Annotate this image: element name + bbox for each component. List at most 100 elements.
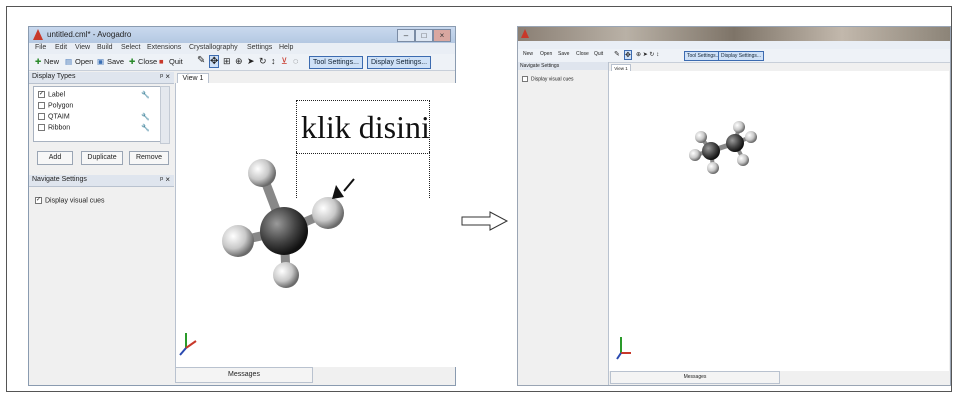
display-type-label[interactable]: ✓ Label 🔧 — [38, 91, 156, 100]
navigate-settings-title: Navigate Settings — [520, 63, 560, 69]
new-icon: ✚ — [35, 57, 42, 66]
avogadro-logo-icon — [521, 29, 529, 38]
title-bar: untitled.cml* - Avogadro – □ × — [29, 27, 455, 43]
quit-icon: ■ — [159, 57, 164, 66]
messages-tab[interactable]: Messages — [175, 367, 313, 383]
display-type-qtaim[interactable]: QTAIM 🔧 — [38, 113, 156, 122]
hydrogen-atom — [737, 154, 749, 166]
maximize-icon[interactable]: □ — [415, 29, 433, 42]
panel-float-close-icon[interactable]: ᵖ × — [160, 175, 170, 184]
carbon-atom — [260, 207, 308, 255]
open-button[interactable]: Open — [540, 51, 552, 57]
navigate-settings-header: Navigate Settings — [518, 62, 608, 70]
menu-crystallography[interactable]: Crystallography — [189, 44, 238, 51]
menu-settings[interactable]: Settings — [247, 44, 272, 51]
messages-tab[interactable]: Messages — [610, 371, 780, 384]
add-button[interactable]: Add — [37, 151, 73, 165]
checkbox-checked-icon[interactable]: ✓ — [38, 91, 45, 98]
draw-pencil-icon[interactable]: ✎ — [614, 50, 620, 58]
display-types-header: Display Types ᵖ × — [29, 72, 174, 84]
display-types-title: Display Types — [32, 73, 76, 80]
menu-build[interactable]: Build — [97, 44, 113, 51]
checkbox-checked-icon[interactable] — [522, 76, 528, 82]
hydrogen-atom — [222, 225, 254, 257]
transition-arrow-icon — [461, 211, 509, 231]
display-visual-cues-option[interactable]: Display visual cues — [522, 76, 574, 82]
checkbox-icon[interactable] — [38, 113, 45, 120]
display-types-list: ✓ Label 🔧 Polygon QTAIM 🔧 Ribbon 🔧 — [33, 86, 161, 142]
z-axis-icon — [179, 347, 187, 356]
menu-bar: File Edit View Build Select Extensions C… — [29, 43, 455, 54]
display-settings-button[interactable]: Display Settings... — [718, 51, 765, 61]
menu-view[interactable]: View — [75, 44, 90, 51]
measure-icon[interactable]: ↕ — [271, 56, 276, 66]
display-type-polygon-text: Polygon — [48, 102, 74, 110]
main-toolbar: ✚ New ▤ Open ▣ Save ✚ Close ■ Quit ✎ ✥ ⊞… — [29, 54, 455, 71]
x-axis-icon — [185, 340, 197, 349]
new-button[interactable]: New — [523, 51, 533, 57]
open-icon: ▤ — [65, 57, 73, 66]
checkbox-checked-icon[interactable]: ✓ — [35, 197, 42, 204]
manipulate-icon[interactable]: ⊕ — [235, 56, 243, 67]
display-type-polygon[interactable]: Polygon — [38, 102, 156, 111]
save-button[interactable]: Save — [107, 57, 124, 66]
save-button[interactable]: Save — [558, 51, 569, 57]
menu-edit[interactable]: Edit — [55, 44, 67, 51]
align-icon[interactable]: ⊻ — [281, 56, 288, 67]
close-button[interactable]: Close — [576, 51, 589, 57]
rotate-icon[interactable]: ↻ — [259, 56, 267, 67]
open-button[interactable]: Open — [75, 57, 93, 66]
remove-button[interactable]: Remove — [129, 151, 169, 165]
wrench-icon[interactable]: 🔧 — [141, 113, 150, 121]
display-settings-button[interactable]: Display Settings... — [367, 56, 432, 69]
hydrogen-atom — [312, 197, 344, 229]
hydrogen-atom — [707, 162, 719, 174]
menu-select[interactable]: Select — [121, 44, 140, 51]
display-type-ribbon[interactable]: Ribbon 🔧 — [38, 124, 156, 133]
display-type-label-text: Label — [48, 91, 66, 99]
checkbox-icon[interactable] — [38, 124, 45, 131]
menu-help[interactable]: Help — [279, 44, 293, 51]
close-window-icon[interactable]: × — [433, 29, 451, 42]
draw-pencil-icon[interactable]: ✎ — [197, 55, 205, 66]
quit-button[interactable]: Quit — [594, 51, 603, 57]
checkbox-icon[interactable] — [38, 102, 45, 109]
side-dock: Navigate Settings Display visual cues — [518, 62, 609, 385]
annotation-dotted-guides — [296, 152, 430, 198]
menu-file[interactable]: File — [35, 44, 46, 51]
hydrogen-atom — [273, 262, 299, 288]
extension-icon[interactable]: ◌ — [293, 56, 298, 66]
select-arrow-icon[interactable]: ➤ — [247, 56, 255, 67]
new-button[interactable]: New — [44, 57, 59, 66]
save-icon: ▣ — [97, 57, 105, 66]
close-button[interactable]: Close — [138, 57, 157, 66]
manipulate-icon[interactable]: ⊕ ➤ ↻ ↕ — [636, 51, 659, 58]
tool-settings-button[interactable]: Tool Settings... — [309, 56, 363, 69]
navigate-tool-icon[interactable]: ✥ — [209, 55, 220, 68]
list-scrollbar[interactable] — [160, 86, 170, 144]
duplicate-button[interactable]: Duplicate — [81, 151, 123, 165]
navigate-settings-header: Navigate Settings ᵖ × — [29, 175, 174, 187]
wrench-icon[interactable]: 🔧 — [141, 91, 150, 99]
ethane-molecule-render — [616, 121, 757, 360]
close-file-icon: ✚ — [129, 57, 136, 66]
display-visual-cues-option[interactable]: ✓ Display visual cues — [35, 197, 105, 206]
window-title: untitled.cml* - Avogadro — [47, 30, 132, 39]
annotation-callout: klik disini — [296, 100, 430, 154]
main-toolbar: New Open Save Close Quit ✎ ✥ ⊕ ➤ ↻ ↕ Too… — [518, 49, 950, 63]
display-type-ribbon-text: Ribbon — [48, 124, 71, 132]
panel-float-close-icon[interactable]: ᵖ × — [160, 72, 170, 81]
display-visual-cues-label: Display visual cues — [531, 76, 574, 83]
menu-extensions[interactable]: Extensions — [147, 44, 181, 51]
wrench-icon[interactable]: 🔧 — [141, 124, 150, 132]
minimize-icon[interactable]: – — [397, 29, 415, 42]
display-visual-cues-label: Display visual cues — [45, 197, 105, 205]
navigate-tool-icon[interactable]: ✥ — [624, 50, 632, 60]
molecule-view[interactable] — [609, 71, 949, 371]
avogadro-logo-icon — [33, 29, 43, 40]
bond-centric-icon[interactable]: ⊞ — [223, 56, 231, 67]
quit-button[interactable]: Quit — [169, 57, 183, 66]
carbon-atom — [726, 134, 744, 152]
tool-settings-button[interactable]: Tool Settings... — [684, 51, 723, 61]
z-axis-icon — [616, 352, 622, 360]
